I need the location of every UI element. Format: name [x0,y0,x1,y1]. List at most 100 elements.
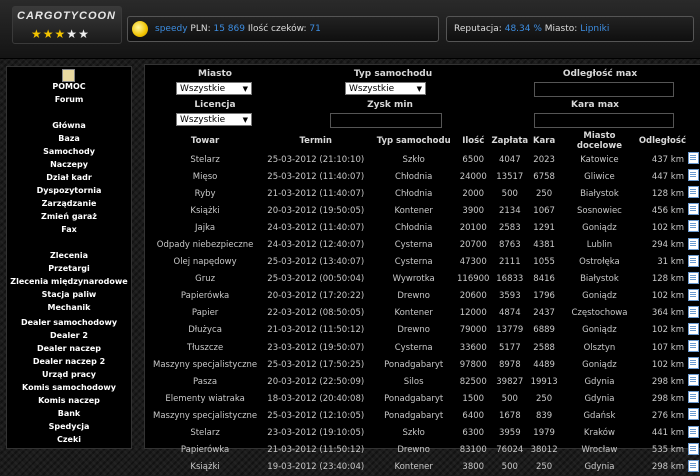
cell-ilosc: 97800 [459,359,487,370]
cell-odleglosc: 298 km [651,462,684,473]
cell-action [686,168,700,185]
cell-zaplata: 3593 [498,291,521,302]
sidebar-item-zmien-garaz[interactable]: Zmień garaż [7,212,131,221]
cell-ilosc: 24000 [459,171,487,182]
accept-order-icon[interactable] [687,425,699,438]
column-header-miasto[interactable]: Miasto docelowe [560,131,639,151]
cell-typ: Kontener [394,205,433,216]
accept-order-icon[interactable] [687,442,699,455]
table-row: Olej napędowy 25-03-2012 (13:40:07) Cyster… [151,254,700,271]
city-filter-select[interactable]: Wszystkie ▼ [176,82,252,95]
star-icon: ★ [31,27,43,41]
sidebar-item-glowna[interactable]: Główna [7,121,131,130]
accept-order-icon[interactable] [687,254,699,267]
cell-towar: Olej napędowy [173,257,237,268]
table-row: Maszyny specjalistyczne 25-03-2012 (17:50… [151,356,700,373]
accept-order-icon[interactable] [687,459,699,472]
table-row: Pasza 20-03-2012 (22:50:09) Silos 82500 3982… [151,373,700,390]
sidebar-item-przetargi[interactable]: Przetargi [7,264,131,273]
sidebar-item-komis-naczep[interactable]: Komis naczep [7,396,131,405]
cell-zaplata: 500 [501,188,518,199]
cell-action [686,236,700,253]
sidebar-item-komis-samochodowy[interactable]: Komis samochodowy [7,383,131,392]
sidebar-item-bank[interactable]: Bank [7,409,131,418]
cell-zaplata: 4047 [498,154,521,165]
accept-order-icon[interactable] [687,408,699,421]
column-header-towar[interactable]: Towar [151,131,259,151]
accept-order-icon[interactable] [687,152,699,165]
column-header-typ[interactable]: Typ samochodu [372,131,455,151]
column-header-zaplata[interactable]: Zapłata [491,131,528,151]
sidebar-item-forum[interactable]: Forum [7,95,131,104]
cell-kara: 6889 [533,325,555,336]
sidebar-item-urzad-pracy[interactable]: Urząd pracy [7,370,131,379]
accept-order-icon[interactable] [687,322,699,335]
accept-order-icon[interactable] [687,357,699,370]
accept-order-icon[interactable] [687,237,699,250]
accept-order-icon[interactable] [687,220,699,233]
column-header-odleglosc[interactable]: Odległość [639,131,686,151]
license-filter-select[interactable]: Wszystkie ▼ [176,113,252,126]
column-header-ilosc[interactable]: Ilość [455,131,491,151]
cell-action [686,288,700,305]
sidebar-item-zlecenia-miedzynarodowe[interactable]: Zlecenia międzynarodowe [7,277,131,286]
sidebar-item-dealer-2[interactable]: Dealer 2 [7,331,131,340]
column-header-kara[interactable]: Kara [528,131,560,151]
cell-action [686,356,700,373]
cell-kara: 250 [535,462,553,473]
sidebar-item-dealer-samochodowy[interactable]: Dealer samochodowy [7,318,131,327]
cell-towar: Mięso [192,171,218,182]
cell-zaplata: 16833 [496,274,524,285]
cell-miasto: Katowice [580,154,619,165]
sidebar-item-dealer-naczep[interactable]: Dealer naczep [7,344,131,353]
sidebar-item-zarzadzanie[interactable]: Zarządzanie [7,199,131,208]
city-link[interactable]: Lipniki [580,24,609,34]
cell-miasto: Goniądz [582,291,617,302]
accept-order-icon[interactable] [687,271,699,284]
sidebar-item-dyspozytornia[interactable]: Dyspozytornia [7,186,131,195]
accept-order-icon[interactable] [687,305,699,318]
city-filter-label: Miasto [198,69,232,79]
column-header-action [686,131,700,151]
accept-order-icon[interactable] [687,186,699,199]
cell-ilosc: 6400 [462,410,485,421]
accept-order-icon[interactable] [687,169,699,182]
cell-zaplata: 2111 [498,257,521,268]
profit-min-input[interactable] [330,113,442,128]
license-filter-label: Licencja [194,100,236,110]
distance-max-input[interactable] [534,82,674,97]
sidebar-item-baza[interactable]: Baza [7,134,131,143]
accept-order-icon[interactable] [687,340,699,353]
sidebar-item-fax[interactable]: Fax [7,225,131,234]
sidebar-item-zlecenia[interactable]: Zlecenia [7,251,131,260]
sidebar-item-stacja-paliw[interactable]: Stacja paliw [7,290,131,299]
cell-kara: 8416 [533,274,555,285]
star-icon: ★ [66,27,79,41]
cell-odleglosc: 441 km [651,428,684,439]
sidebar-item-pomoc[interactable]: POMOC [7,82,131,91]
cell-odleglosc: 298 km [651,393,684,404]
accept-order-icon[interactable] [687,391,699,404]
accept-order-icon[interactable] [687,203,699,216]
accept-order-icon[interactable] [687,374,699,387]
help-book-icon[interactable] [62,69,75,82]
sidebar-item-samochody[interactable]: Samochody [7,147,131,156]
sidebar-item-dzial-kadr[interactable]: Dział kadr [7,173,131,182]
table-row: Tłuszcze 23-03-2012 (19:50:07) Cysterna 336… [151,339,700,356]
column-header-termin[interactable]: Termin [259,131,372,151]
sidebar-item-dealer-naczep-2[interactable]: Dealer naczep 2 [7,357,131,366]
cell-odleglosc: 102 km [651,325,684,336]
penalty-max-input[interactable] [534,113,674,128]
sidebar-item-czeki[interactable]: Czeki [7,435,131,444]
username-link[interactable]: speedy [155,24,188,34]
accept-order-icon[interactable] [687,288,699,301]
vehicle-filter-select[interactable]: Wszystkie ▼ [345,82,426,95]
cell-kara: 1796 [533,291,555,302]
sidebar-item-spedycja[interactable]: Spedycja [7,422,131,431]
cell-termin: 22-03-2012 (08:50:05) [267,308,365,319]
logo[interactable]: CARGOTYCOON ★★★★★ [12,6,122,44]
table-row: Papierówka 21-03-2012 (11:50:12) Drewno 831… [151,442,700,459]
sidebar-item-mechanik[interactable]: Mechanik [7,303,131,312]
cell-towar: Tłuszcze [186,342,224,353]
sidebar-item-naczepy[interactable]: Naczepy [7,160,131,169]
